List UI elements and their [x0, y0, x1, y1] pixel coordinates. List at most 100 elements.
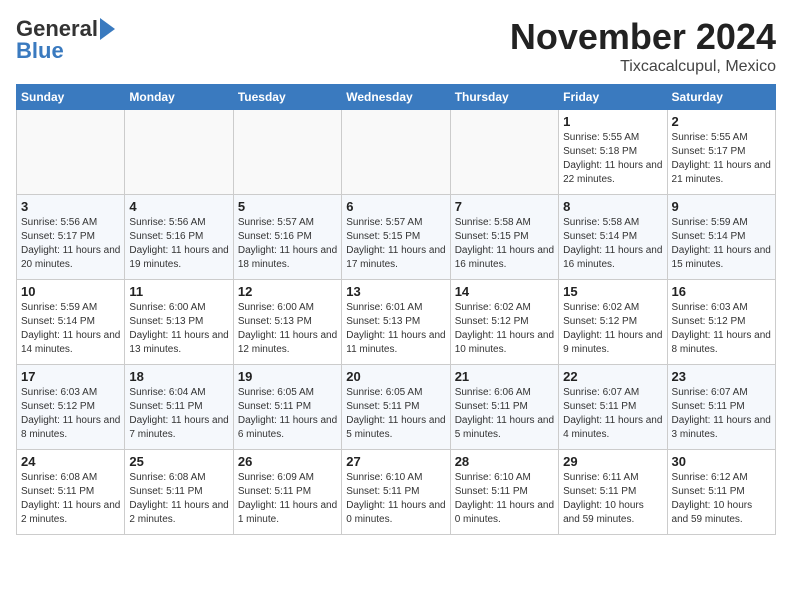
logo: General Blue [16, 16, 117, 64]
calendar-cell: 14 Sunrise: 6:02 AM Sunset: 5:12 PM Dayli… [450, 280, 558, 365]
calendar-cell: 5 Sunrise: 5:57 AM Sunset: 5:16 PM Daylig… [233, 195, 341, 280]
day-number: 29 [563, 454, 662, 469]
calendar-week-row: 24Sunrise: 6:08 AM Sunset: 5:11 PM Dayli… [17, 450, 776, 535]
weekday-header: Wednesday [342, 85, 450, 110]
day-info: Sunrise: 6:04 AM Sunset: 5:11 PM Dayligh… [129, 386, 228, 442]
day-number: 16 [672, 284, 771, 299]
weekday-header: Monday [125, 85, 233, 110]
day-info: Sunrise: 6:05 AM Sunset: 5:11 PM Dayligh… [238, 386, 337, 442]
day-info: Sunrise: 6:02 AM Sunset: 5:12 PM Dayligh… [563, 301, 662, 357]
day-info: Sunrise: 6:07 AM Sunset: 5:11 PM Dayligh… [672, 386, 771, 442]
day-number: 8 [563, 199, 662, 214]
day-number: 30 [672, 454, 771, 469]
calendar-cell: 8 Sunrise: 5:58 AM Sunset: 5:14 PM Daylig… [559, 195, 667, 280]
day-number: 23 [672, 369, 771, 384]
day-info: Sunrise: 6:03 AM Sunset: 5:12 PM Dayligh… [672, 301, 771, 357]
weekday-header: Thursday [450, 85, 558, 110]
calendar-cell: 10Sunrise: 5:59 AM Sunset: 5:14 PM Dayli… [17, 280, 125, 365]
day-info: Sunrise: 6:10 AM Sunset: 5:11 PM Dayligh… [346, 471, 445, 527]
day-number: 28 [455, 454, 554, 469]
calendar-cell: 9 Sunrise: 5:59 AM Sunset: 5:14 PM Daylig… [667, 195, 775, 280]
calendar-cell: 1 Sunrise: 5:55 AM Sunset: 5:18 PM Daylig… [559, 110, 667, 195]
calendar-cell: 11 Sunrise: 6:00 AM Sunset: 5:13 PM Dayli… [125, 280, 233, 365]
calendar-cell: 3Sunrise: 5:56 AM Sunset: 5:17 PM Daylig… [17, 195, 125, 280]
day-info: Sunrise: 6:00 AM Sunset: 5:13 PM Dayligh… [238, 301, 337, 357]
day-number: 14 [455, 284, 554, 299]
day-info: Sunrise: 5:59 AM Sunset: 5:14 PM Dayligh… [21, 301, 120, 357]
day-number: 26 [238, 454, 337, 469]
calendar-cell: 21Sunrise: 6:06 AM Sunset: 5:11 PM Dayli… [450, 365, 558, 450]
day-info: Sunrise: 5:59 AM Sunset: 5:14 PM Dayligh… [672, 216, 771, 272]
calendar-week-row: 1 Sunrise: 5:55 AM Sunset: 5:18 PM Daylig… [17, 110, 776, 195]
day-info: Sunrise: 6:01 AM Sunset: 5:13 PM Dayligh… [346, 301, 445, 357]
calendar-cell: 2 Sunrise: 5:55 AM Sunset: 5:17 PM Daylig… [667, 110, 775, 195]
day-info: Sunrise: 6:11 AM Sunset: 5:11 PM Dayligh… [563, 471, 662, 527]
day-info: Sunrise: 5:58 AM Sunset: 5:14 PM Dayligh… [563, 216, 662, 272]
day-info: Sunrise: 6:02 AM Sunset: 5:12 PM Dayligh… [455, 301, 554, 357]
weekday-header: Sunday [17, 85, 125, 110]
calendar-cell: 18 Sunrise: 6:04 AM Sunset: 5:11 PM Dayli… [125, 365, 233, 450]
calendar-cell [342, 110, 450, 195]
page-header: General Blue November 2024 Tixcacalcupul… [16, 16, 776, 76]
day-info: Sunrise: 6:08 AM Sunset: 5:11 PM Dayligh… [129, 471, 228, 527]
day-number: 20 [346, 369, 445, 384]
calendar-cell [233, 110, 341, 195]
day-number: 3 [21, 199, 120, 214]
calendar-table: SundayMondayTuesdayWednesdayThursdayFrid… [16, 84, 776, 535]
weekday-header: Friday [559, 85, 667, 110]
day-info: Sunrise: 6:10 AM Sunset: 5:11 PM Dayligh… [455, 471, 554, 527]
day-info: Sunrise: 5:55 AM Sunset: 5:17 PM Dayligh… [672, 131, 771, 187]
calendar-week-row: 10Sunrise: 5:59 AM Sunset: 5:14 PM Dayli… [17, 280, 776, 365]
weekday-header: Tuesday [233, 85, 341, 110]
calendar-cell: 29 Sunrise: 6:11 AM Sunset: 5:11 PM Dayli… [559, 450, 667, 535]
calendar-cell: 6 Sunrise: 5:57 AM Sunset: 5:15 PM Daylig… [342, 195, 450, 280]
day-info: Sunrise: 5:55 AM Sunset: 5:18 PM Dayligh… [563, 131, 662, 187]
calendar-cell [125, 110, 233, 195]
calendar-cell: 12Sunrise: 6:00 AM Sunset: 5:13 PM Dayli… [233, 280, 341, 365]
day-number: 1 [563, 114, 662, 129]
day-number: 15 [563, 284, 662, 299]
calendar-cell: 20Sunrise: 6:05 AM Sunset: 5:11 PM Dayli… [342, 365, 450, 450]
calendar-cell: 24Sunrise: 6:08 AM Sunset: 5:11 PM Dayli… [17, 450, 125, 535]
calendar-cell: 25 Sunrise: 6:08 AM Sunset: 5:11 PM Dayli… [125, 450, 233, 535]
calendar-cell: 23 Sunrise: 6:07 AM Sunset: 5:11 PM Dayli… [667, 365, 775, 450]
day-info: Sunrise: 6:08 AM Sunset: 5:11 PM Dayligh… [21, 471, 120, 527]
day-info: Sunrise: 6:12 AM Sunset: 5:11 PM Dayligh… [672, 471, 771, 527]
calendar-week-row: 17 Sunrise: 6:03 AM Sunset: 5:12 PM Dayli… [17, 365, 776, 450]
day-number: 4 [129, 199, 228, 214]
day-number: 22 [563, 369, 662, 384]
calendar-cell: 16 Sunrise: 6:03 AM Sunset: 5:12 PM Dayli… [667, 280, 775, 365]
calendar-cell: 22Sunrise: 6:07 AM Sunset: 5:11 PM Dayli… [559, 365, 667, 450]
calendar-week-row: 3Sunrise: 5:56 AM Sunset: 5:17 PM Daylig… [17, 195, 776, 280]
day-number: 13 [346, 284, 445, 299]
month-title: November 2024 [510, 16, 776, 58]
calendar-cell: 26 Sunrise: 6:09 AM Sunset: 5:11 PM Dayli… [233, 450, 341, 535]
calendar-cell [450, 110, 558, 195]
calendar-cell: 17 Sunrise: 6:03 AM Sunset: 5:12 PM Dayli… [17, 365, 125, 450]
day-info: Sunrise: 6:09 AM Sunset: 5:11 PM Dayligh… [238, 471, 337, 527]
day-number: 6 [346, 199, 445, 214]
calendar-cell: 19 Sunrise: 6:05 AM Sunset: 5:11 PM Dayli… [233, 365, 341, 450]
day-number: 5 [238, 199, 337, 214]
calendar-cell: 15 Sunrise: 6:02 AM Sunset: 5:12 PM Dayli… [559, 280, 667, 365]
calendar-cell: 13 Sunrise: 6:01 AM Sunset: 5:13 PM Dayli… [342, 280, 450, 365]
calendar-cell: 27 Sunrise: 6:10 AM Sunset: 5:11 PM Dayli… [342, 450, 450, 535]
day-number: 27 [346, 454, 445, 469]
day-info: Sunrise: 6:00 AM Sunset: 5:13 PM Dayligh… [129, 301, 228, 357]
day-number: 17 [21, 369, 120, 384]
calendar-cell: 30 Sunrise: 6:12 AM Sunset: 5:11 PM Dayli… [667, 450, 775, 535]
day-number: 19 [238, 369, 337, 384]
title-area: November 2024 Tixcacalcupul, Mexico [510, 16, 776, 76]
day-number: 18 [129, 369, 228, 384]
calendar-cell: 4Sunrise: 5:56 AM Sunset: 5:16 PM Daylig… [125, 195, 233, 280]
day-info: Sunrise: 5:57 AM Sunset: 5:15 PM Dayligh… [346, 216, 445, 272]
weekday-header-row: SundayMondayTuesdayWednesdayThursdayFrid… [17, 85, 776, 110]
day-number: 11 [129, 284, 228, 299]
calendar-cell: 7Sunrise: 5:58 AM Sunset: 5:15 PM Daylig… [450, 195, 558, 280]
day-number: 2 [672, 114, 771, 129]
day-number: 9 [672, 199, 771, 214]
day-number: 25 [129, 454, 228, 469]
calendar-cell [17, 110, 125, 195]
day-info: Sunrise: 5:57 AM Sunset: 5:16 PM Dayligh… [238, 216, 337, 272]
day-info: Sunrise: 6:03 AM Sunset: 5:12 PM Dayligh… [21, 386, 120, 442]
